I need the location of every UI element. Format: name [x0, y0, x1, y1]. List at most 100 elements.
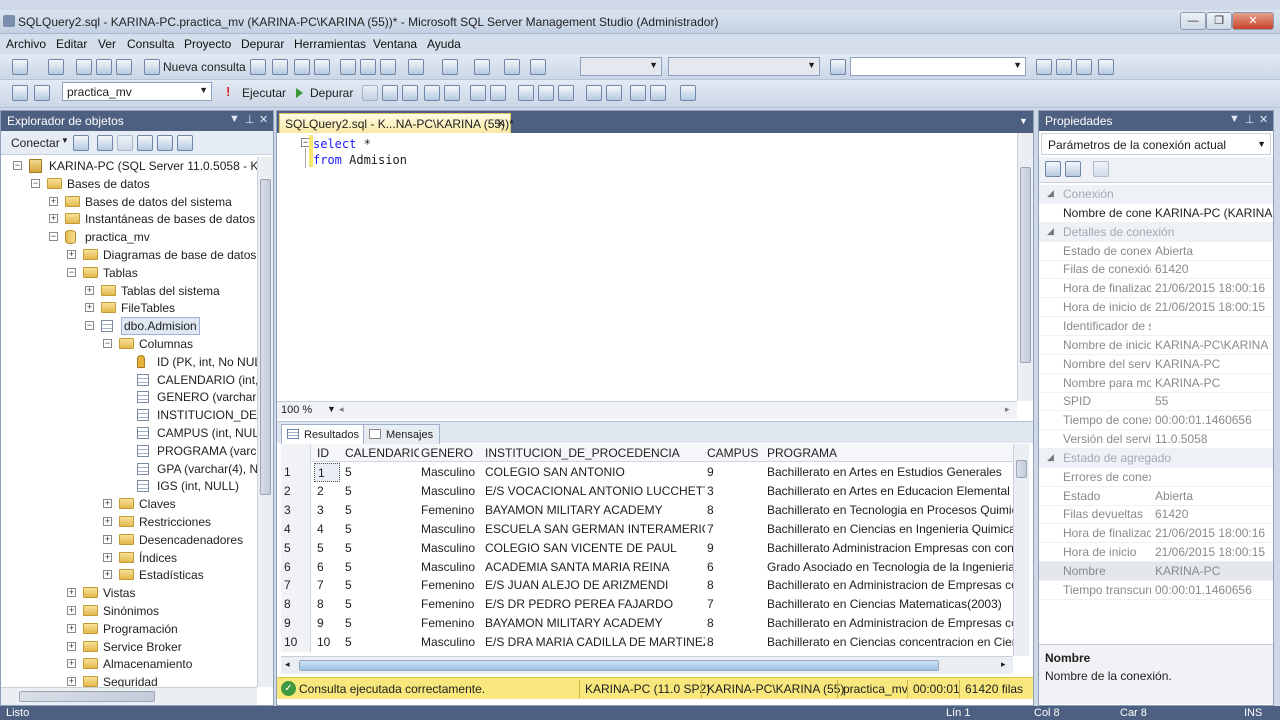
table-row[interactable]: 9 9 5 Femenino BAYAMON MILITARY ACADEMY 8 Bach…: [281, 614, 1021, 634]
minimize-button[interactable]: —: [1180, 12, 1206, 30]
property-row[interactable]: Nombre del servic KARINA-PC: [1039, 355, 1273, 374]
tree-node[interactable]: + Tablas del sistema: [1, 282, 257, 300]
stop-icon[interactable]: [362, 85, 378, 101]
grid-hscroll-thumb[interactable]: [299, 660, 939, 671]
tree-horizontal-scrollbar[interactable]: [1, 687, 257, 705]
tree-vertical-scrollbar[interactable]: [257, 157, 273, 687]
grid-cell[interactable]: 5: [345, 635, 419, 649]
menu-ventana[interactable]: Ventana: [373, 37, 417, 51]
collapse-category-icon[interactable]: ◢: [1047, 452, 1054, 463]
tree-node[interactable]: + Diagramas de base de datos: [1, 246, 257, 264]
decrease-indent-icon[interactable]: [630, 85, 646, 101]
grid-cell[interactable]: Bachillerato en Artes en Educacion Eleme…: [767, 484, 1021, 498]
property-row[interactable]: Identificador de se: [1039, 317, 1273, 336]
grid-cell[interactable]: 6: [707, 560, 765, 574]
grid-cell[interactable]: Masculino: [421, 635, 481, 649]
disconnect-icon[interactable]: [97, 135, 113, 151]
grid-corner[interactable]: [281, 444, 311, 463]
grid-cell[interactable]: 5: [345, 484, 419, 498]
pin-icon[interactable]: ⊥: [1245, 113, 1255, 126]
row-number[interactable]: 9: [281, 614, 311, 634]
grid-cell[interactable]: 9: [707, 541, 765, 555]
grid-cell[interactable]: ACADEMIA SANTA MARIA REINA: [485, 560, 705, 574]
platform-combo[interactable]: ▼: [668, 57, 820, 76]
scroll-right-icon[interactable]: ▸: [1005, 404, 1010, 415]
grid-cell[interactable]: BAYAMON MILITARY ACADEMY: [485, 616, 705, 630]
table-row[interactable]: 3 3 5 Femenino BAYAMON MILITARY ACADEMY 8 Bach…: [281, 500, 1021, 520]
grid-cell[interactable]: 3: [707, 484, 765, 498]
expand-icon[interactable]: +: [103, 517, 112, 526]
menu-depurar[interactable]: Depurar: [241, 37, 284, 51]
uncomment-icon[interactable]: [606, 85, 622, 101]
tree-node[interactable]: ID (PK, int, No NULL: [1, 353, 257, 371]
database-selector[interactable]: practica_mv ▼: [62, 82, 212, 101]
property-row[interactable]: Estado Abierta: [1039, 487, 1273, 506]
intellisense-icon[interactable]: [490, 85, 506, 101]
grid-cell[interactable]: 5: [317, 541, 343, 555]
grid-cell[interactable]: Masculino: [421, 560, 481, 574]
tree-node[interactable]: + Claves: [1, 495, 257, 513]
property-row[interactable]: Filas de conexión 61420: [1039, 260, 1273, 280]
grid-scroll-left-icon[interactable]: ◂: [285, 659, 290, 670]
tree-node[interactable]: + Programación: [1, 620, 257, 638]
filter-icon[interactable]: [137, 135, 153, 151]
property-pages-icon[interactable]: [1093, 161, 1109, 177]
properties-window-icon[interactable]: [1098, 59, 1114, 75]
grid-cell[interactable]: 6: [317, 560, 343, 574]
undo-icon[interactable]: [408, 59, 424, 75]
sql-editor[interactable]: − select * from Admision: [277, 133, 1033, 401]
tree-node[interactable]: − Columnas: [1, 335, 257, 353]
grid-cell[interactable]: Bachillerato en Administracion de Empres…: [767, 616, 1021, 630]
panel-close-icon[interactable]: ✕: [259, 113, 268, 126]
menu-ver[interactable]: Ver: [98, 37, 116, 51]
object-explorer-icon[interactable]: [1056, 59, 1072, 75]
increase-indent-icon[interactable]: [650, 85, 666, 101]
editor-vertical-scrollbar[interactable]: [1017, 133, 1033, 401]
property-row[interactable]: Errores de conexió: [1039, 468, 1273, 487]
column-header[interactable]: GENERO: [421, 446, 481, 460]
row-number[interactable]: 8: [281, 595, 311, 615]
property-row[interactable]: Hora de inicio de 21/06/2015 18:00:15: [1039, 298, 1273, 318]
editor-scroll-thumb[interactable]: [1020, 167, 1031, 363]
expand-icon[interactable]: +: [85, 285, 94, 295]
display-plan-icon[interactable]: [402, 85, 418, 101]
find-icon[interactable]: [830, 59, 846, 75]
expand-icon[interactable]: +: [67, 250, 76, 259]
row-number[interactable]: 3: [281, 500, 311, 520]
results-to-file-icon[interactable]: [558, 85, 574, 101]
expand-icon[interactable]: +: [67, 606, 76, 615]
panel-menu-icon[interactable]: ▼: [1229, 113, 1240, 125]
grid-cell[interactable]: 5: [345, 465, 419, 479]
expand-icon[interactable]: +: [85, 303, 94, 313]
grid-cell[interactable]: Masculino: [421, 484, 481, 498]
property-category[interactable]: ◢ Detalles de conexión: [1039, 222, 1273, 242]
row-number[interactable]: 2: [281, 481, 311, 501]
tree-node[interactable]: + Seguridad: [1, 673, 257, 687]
row-number[interactable]: 5: [281, 538, 311, 558]
grid-cell[interactable]: 5: [345, 616, 419, 630]
menu-consulta[interactable]: Consulta: [127, 37, 174, 51]
tree-node[interactable]: + Almacenamiento: [1, 655, 257, 673]
table-row[interactable]: 1 1 5 Masculino COLEGIO SAN ANTONIO 9 Bachille…: [281, 463, 1021, 482]
collapse-icon[interactable]: −: [13, 161, 22, 170]
grid-cell[interactable]: E/S VOCACIONAL ANTONIO LUCCHETTI: [485, 484, 705, 498]
include-plan-icon[interactable]: [444, 85, 460, 101]
grid-cell[interactable]: 7: [707, 597, 765, 611]
change-connection-icon[interactable]: [34, 85, 50, 101]
grid-scroll-right-icon[interactable]: ▸: [1001, 659, 1006, 670]
grid-cell[interactable]: 5: [345, 597, 419, 611]
collapse-icon[interactable]: −: [103, 339, 112, 348]
property-row[interactable]: SPID 55: [1039, 392, 1273, 412]
grid-cell[interactable]: 10: [317, 635, 343, 649]
collapse-icon[interactable]: −: [67, 267, 76, 277]
tree-node[interactable]: GPA (varchar(4), NU: [1, 460, 257, 478]
expand-icon[interactable]: +: [67, 641, 76, 651]
tree-node[interactable]: − Tablas: [1, 264, 257, 282]
zoom-dropdown-icon[interactable]: ▼: [327, 404, 336, 414]
tree-node[interactable]: + Sinónimos: [1, 602, 257, 620]
results-to-text-icon[interactable]: [518, 85, 534, 101]
grid-cell[interactable]: Bachillerato en Ciencias en Ingenieria Q…: [767, 522, 1021, 536]
property-row[interactable]: Versión del servid 11.0.5058: [1039, 430, 1273, 450]
collapse-category-icon[interactable]: ◢: [1047, 226, 1054, 237]
panel-close-icon[interactable]: ✕: [1259, 113, 1268, 126]
